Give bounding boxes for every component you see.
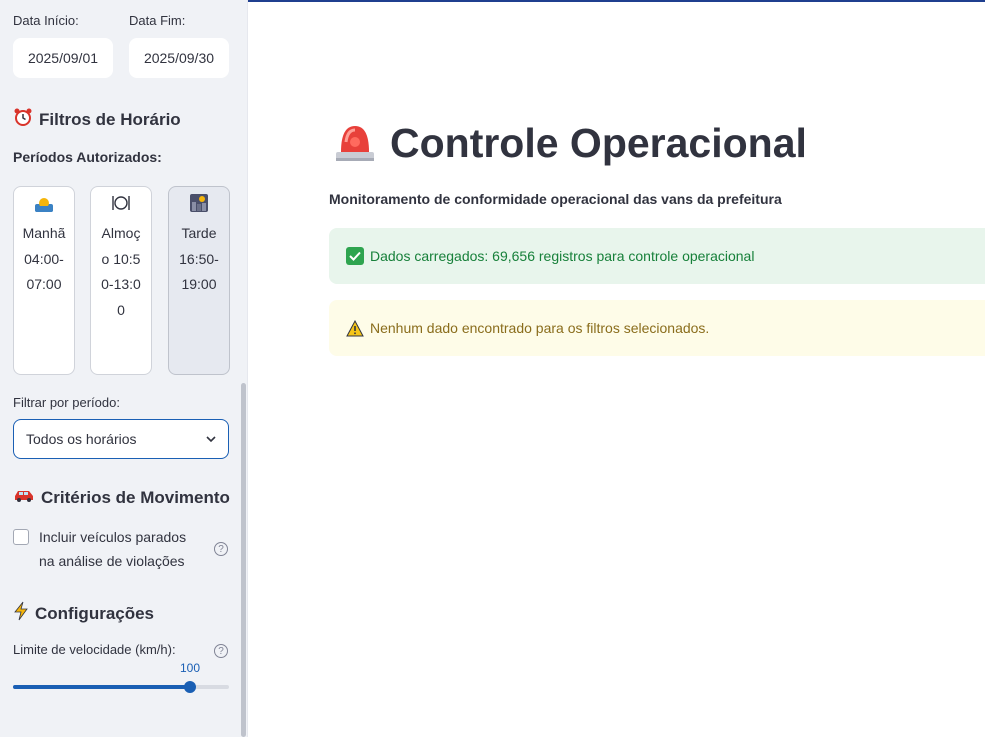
date-end-group: Data Fim: 2025/09/30: [129, 13, 229, 78]
alarm-clock-icon: [13, 107, 33, 132]
lightning-icon: [13, 601, 29, 626]
speed-limit-slider-fill: [13, 685, 190, 689]
hours-section-label: Filtros de Horário: [39, 109, 181, 129]
period-morning-text: Manhã 04:00-07:00: [22, 225, 66, 292]
main-content: Controle Operacional Monitoramento de co…: [248, 0, 985, 737]
help-icon[interactable]: ?: [214, 542, 228, 556]
success-alert-text: Dados carregados: 69,656 registros para …: [370, 248, 755, 264]
page-subtitle: Monitoramento de conformidade operaciona…: [329, 191, 782, 207]
include-stopped-checkbox[interactable]: [13, 529, 29, 545]
siren-icon: [336, 125, 374, 161]
chevron-down-icon: [206, 436, 216, 443]
sidebar-scrollbar[interactable]: [241, 383, 246, 737]
sunrise-icon: [34, 193, 54, 215]
hours-section-title: Filtros de Horário: [13, 107, 181, 132]
config-section-title: Configurações: [13, 601, 154, 626]
period-afternoon-text: Tarde 16:50-19:00: [179, 225, 219, 292]
period-card-afternoon[interactable]: Tarde 16:50-19:00: [168, 186, 230, 375]
speed-limit-slider-thumb[interactable]: [184, 681, 196, 693]
include-stopped-label: Incluir veículos parados na análise de v…: [39, 529, 187, 569]
warning-alert-text: Nenhum dado encontrado para os filtros s…: [370, 320, 710, 336]
include-stopped-row: Incluir veículos parados na análise de v…: [13, 525, 233, 573]
periods-heading: Períodos Autorizados:: [13, 149, 162, 165]
sidebar: Data Início: 2025/09/01 Data Fim: 2025/0…: [0, 0, 248, 737]
warning-alert: Nenhum dado encontrado para os filtros s…: [329, 300, 985, 356]
config-section-label: Configurações: [35, 603, 155, 623]
date-start-input[interactable]: 2025/09/01: [13, 38, 113, 78]
page-title: Controle Operacional: [332, 120, 807, 167]
period-card-lunch[interactable]: Almoço 10:50-13:00: [90, 186, 152, 375]
period-filter-label: Filtrar por período:: [13, 395, 120, 410]
speed-limit-slider[interactable]: [13, 681, 229, 693]
date-start-label: Data Início:: [13, 13, 79, 28]
date-start-group: Data Início: 2025/09/01: [13, 13, 113, 78]
period-filter-select[interactable]: Todos os horários: [13, 419, 229, 459]
car-icon: [13, 487, 35, 508]
date-end-input[interactable]: 2025/09/30: [129, 38, 229, 78]
speed-limit-label: Limite de velocidade (km/h):: [13, 642, 176, 657]
success-alert: Dados carregados: 69,656 registros para …: [329, 228, 985, 284]
check-mark-icon: [346, 247, 364, 265]
warning-icon: [346, 319, 364, 337]
period-card-morning[interactable]: Manhã 04:00-07:00: [13, 186, 75, 375]
page-title-text: Controle Operacional: [390, 120, 807, 166]
movement-section-title: Critérios de Movimento: [13, 487, 230, 508]
period-filter-value: Todos os horários: [26, 431, 137, 447]
movement-section-label: Critérios de Movimento: [41, 487, 230, 507]
speed-limit-value: 100: [180, 661, 201, 675]
period-lunch-text: Almoço 10:50-13:00: [101, 225, 141, 318]
help-icon[interactable]: ?: [214, 644, 228, 658]
date-end-label: Data Fim:: [129, 13, 186, 28]
cityscape-dusk-icon: [189, 193, 209, 215]
plate-cutlery-icon: [111, 193, 131, 215]
